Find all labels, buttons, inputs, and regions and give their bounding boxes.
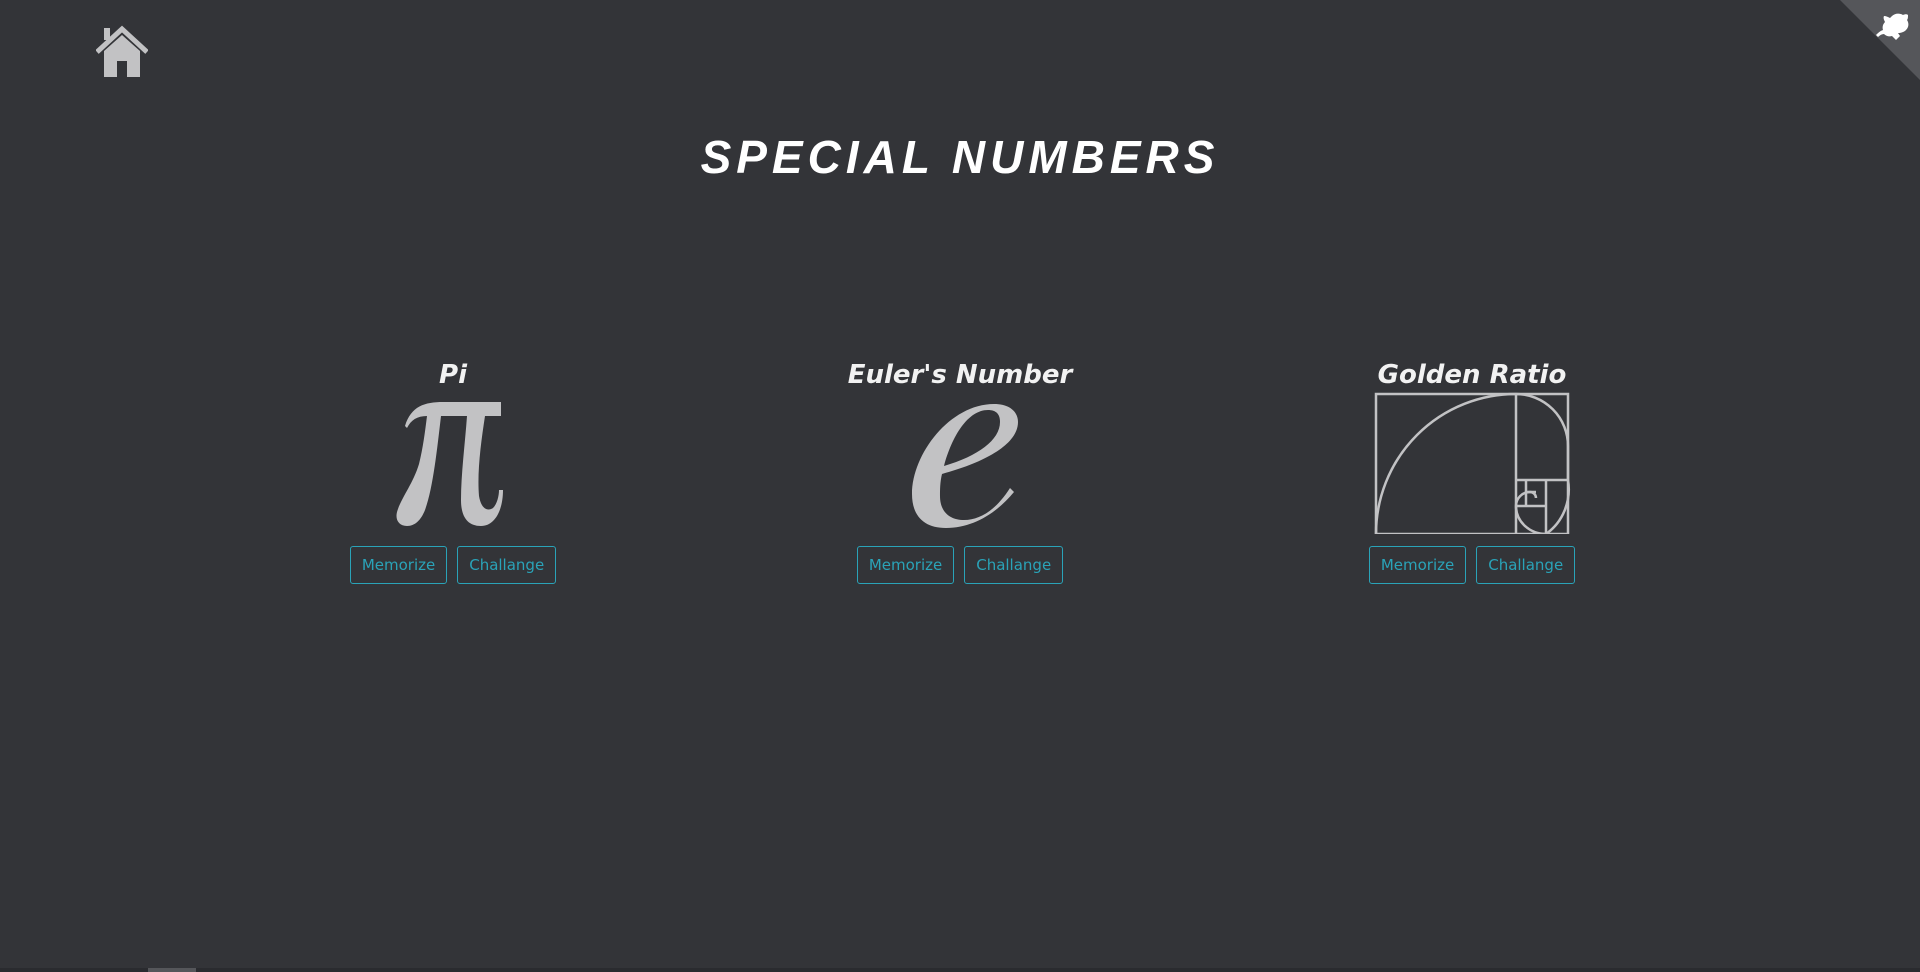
challenge-button[interactable]: Challange [457,546,557,584]
card-golden-ratio: Golden Ratio Memorize Challange [1342,358,1602,584]
home-icon [95,25,149,77]
challenge-button[interactable]: Challange [964,546,1064,584]
pi-symbol-icon [396,402,503,526]
horizontal-scrollbar[interactable] [0,968,1920,972]
scrollbar-thumb[interactable] [148,968,196,972]
memorize-button[interactable]: Memorize [1368,546,1467,584]
memorize-button[interactable]: Memorize [349,546,448,584]
card-title: Golden Ratio [1377,360,1567,390]
card-title: Euler's Number [847,360,1073,390]
challenge-button[interactable]: Challange [1476,546,1576,584]
home-link[interactable] [95,24,149,78]
card-actions: Memorize Challange [323,546,583,584]
card-euler: Euler's Number Memorize Challange [830,358,1090,584]
card-actions: Memorize Challange [830,546,1090,584]
memorize-button[interactable]: Memorize [856,546,955,584]
card-actions: Memorize Challange [1342,546,1602,584]
github-octocat-icon [1840,0,1920,80]
euler-e-symbol-icon [912,404,1018,528]
card-pi: Pi Memorize Challange [323,358,583,584]
page-title: SPECIAL NUMBERS [700,131,1220,183]
page: SPECIAL NUMBERS Pi Memorize Challange Eu… [0,0,1920,972]
card-title: Pi [439,360,467,390]
golden-spiral-icon [1374,392,1571,534]
github-corner-link[interactable] [1840,0,1920,80]
